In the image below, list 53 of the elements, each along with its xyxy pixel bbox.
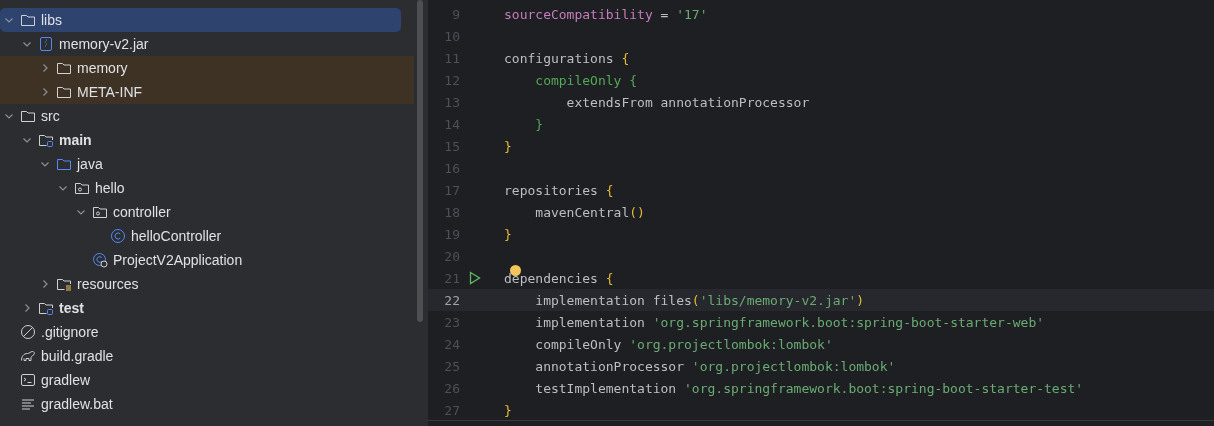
code-line: }	[504, 402, 512, 418]
code-line: compileOnly 'org.projectlombok:lombok'	[534, 336, 833, 352]
text-file-icon	[20, 396, 36, 412]
tree-item[interactable]: test	[0, 296, 414, 320]
tree-item[interactable]: resources	[0, 272, 414, 296]
folder-icon	[20, 12, 36, 28]
folder-icon	[38, 300, 54, 316]
folder-icon	[92, 204, 108, 220]
code-line: implementation files('libs/memory-v2.jar')	[534, 292, 865, 308]
folder-icon	[38, 132, 54, 148]
tree-item[interactable]: hello	[0, 176, 414, 200]
code-line: annotationProcessor 'org.projectlombok:lombok'	[534, 358, 896, 374]
class-icon	[92, 252, 108, 268]
scrollbar-thumb[interactable]	[417, 0, 423, 322]
code-line: testImplementation 'org.springframework.boot:spring-boot-starter-test'	[534, 380, 1084, 396]
tree-item[interactable]: META-INF	[0, 80, 414, 104]
code-line: configurations {	[504, 50, 630, 66]
tree-item[interactable]: controller	[0, 200, 414, 224]
archive-icon	[38, 36, 54, 52]
code-line: }	[504, 138, 512, 154]
folder-icon	[56, 276, 72, 292]
tree-item[interactable]: libs	[0, 8, 401, 32]
gradle-file-icon	[20, 348, 36, 364]
code-line: compileOnly {	[534, 72, 638, 88]
tree-item[interactable]: main	[0, 128, 414, 152]
tree-item[interactable]: gradlew.bat	[0, 392, 414, 416]
code-line: }	[504, 226, 512, 242]
code-line: mavenCentral()	[534, 204, 645, 220]
code-line: implementation 'org.springframework.boot:spring-boot-starter-web'	[534, 314, 1045, 330]
tree-item[interactable]: build.gradle	[0, 344, 414, 368]
folder-icon	[56, 156, 72, 172]
folder-icon	[74, 180, 90, 196]
class-icon	[110, 228, 126, 244]
folder-icon	[56, 60, 72, 76]
tree-item[interactable]: .gitignore	[0, 320, 414, 344]
code-line: dependencies {	[504, 270, 614, 286]
tree-item[interactable]: memory-v2.jar	[0, 32, 414, 56]
tree-item[interactable]: gradlew	[0, 368, 414, 392]
terminal-icon	[20, 372, 36, 388]
code-line: repositories {	[504, 182, 614, 198]
code-line: extendsFrom annotationProcessor	[565, 94, 810, 110]
folder-icon	[56, 84, 72, 100]
tree-item[interactable]: helloController	[0, 224, 414, 248]
code-line: sourceCompatibility = '17'	[504, 6, 708, 22]
ignore-file-icon	[20, 324, 36, 340]
code-line: }	[534, 116, 544, 132]
tree-item[interactable]: java	[0, 152, 414, 176]
tree-item[interactable]: memory	[0, 56, 414, 80]
tree-item[interactable]: src	[0, 104, 414, 128]
folder-icon	[20, 108, 36, 124]
run-icon[interactable]	[469, 271, 481, 285]
line-number: 22	[443, 292, 460, 308]
tree-item[interactable]: ProjectV2Application	[0, 248, 414, 272]
